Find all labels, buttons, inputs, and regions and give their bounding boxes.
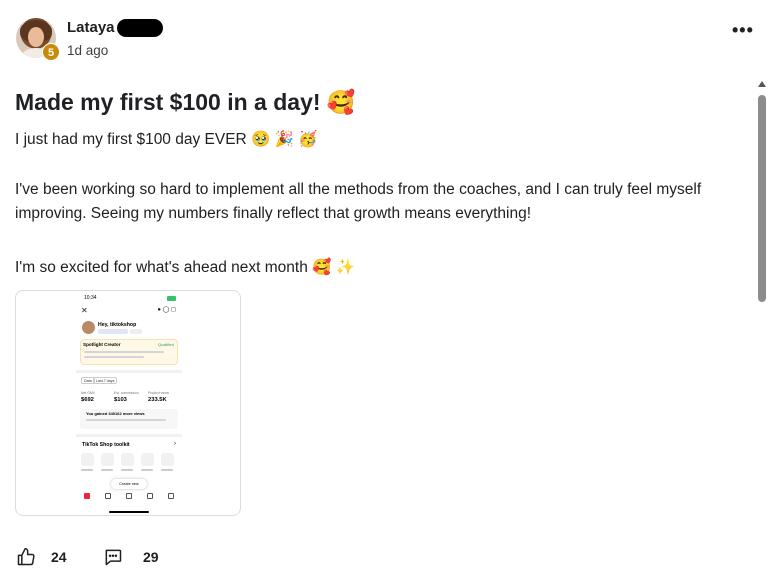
post-paragraph-2: I've been working so hard to implement a… <box>15 181 702 222</box>
battery-icon <box>167 296 176 301</box>
smiling-hearts-emoji: 🥰 <box>326 90 356 116</box>
status-time: 10:34 <box>84 295 97 301</box>
stat-value: 233.5K <box>148 397 167 403</box>
nav-icon <box>147 493 153 499</box>
tool-icon <box>141 453 154 466</box>
tool-icon <box>81 453 94 466</box>
post-title: Made my first $100 in a day! 🥰 <box>15 89 356 116</box>
stat-label: Product views <box>148 391 170 395</box>
chevron-right-icon: › <box>174 441 176 447</box>
creator-avatar <box>82 321 95 334</box>
tool-label <box>81 469 93 471</box>
divider <box>76 434 182 437</box>
nav-icon <box>105 493 111 499</box>
post-card: 5 Lataya 1d ago ••• Made my first $100 i… <box>0 0 774 579</box>
home-nav-icon <box>84 493 90 499</box>
divider <box>76 370 182 373</box>
attachment-thumbnail[interactable]: 10:34 ✕ ● ◯ ◻ Hey, tiktokshop Spotlight … <box>15 290 241 516</box>
chip <box>98 329 128 334</box>
stat-label: Net GMV <box>81 391 95 395</box>
tool-icon <box>101 453 114 466</box>
spotlight-title: Spotlight Creator <box>83 342 121 347</box>
top-icons: ● ◯ ◻ <box>157 307 176 313</box>
post-paragraph-3: I'm so excited for what's ahead next mon… <box>15 259 356 276</box>
stat-label: Est. commission <box>114 391 139 395</box>
post-paragraph-1: I just had my first $100 day EVER 🥹 🎉 🥳 <box>15 131 318 148</box>
create-new-button: Create new <box>111 479 147 489</box>
stat-value: $103 <box>114 397 127 403</box>
scroll-up-arrow[interactable] <box>758 81 766 87</box>
tool-label <box>141 469 153 471</box>
tab-last-7-days: Last 7 days <box>93 377 118 384</box>
qualified-label: Qualified <box>158 342 174 347</box>
stat-value: $692 <box>81 397 94 403</box>
more-horizontal-icon[interactable]: ••• <box>732 20 754 41</box>
thumbs-up-icon[interactable] <box>16 547 36 567</box>
tool-icon <box>161 453 174 466</box>
comment-count: 29 <box>143 549 159 565</box>
post-title-text: Made my first $100 in a day! <box>15 89 321 115</box>
home-indicator <box>109 511 149 513</box>
gain-text: You gained 340162 more views <box>86 411 145 416</box>
tool-label <box>101 469 113 471</box>
text-line <box>84 356 144 358</box>
text-line <box>86 419 166 421</box>
phone-screenshot: 10:34 ✕ ● ◯ ◻ Hey, tiktokshop Spotlight … <box>76 293 182 515</box>
close-icon: ✕ <box>81 306 88 315</box>
greeting: Hey, tiktokshop <box>98 322 137 328</box>
chip <box>130 329 142 334</box>
tool-label <box>121 469 133 471</box>
scrollbar-thumb[interactable] <box>758 95 766 302</box>
redaction-bar <box>117 19 163 37</box>
nav-icon <box>168 493 174 499</box>
toolkit-title: TikTok Shop toolkit <box>82 442 130 448</box>
author-name[interactable]: Lataya <box>67 19 115 36</box>
nav-icon <box>126 493 132 499</box>
comment-icon[interactable] <box>103 547 123 567</box>
tool-icon <box>121 453 134 466</box>
tool-label <box>161 469 173 471</box>
level-badge: 5 <box>42 43 60 61</box>
text-line <box>84 351 164 353</box>
post-timestamp: 1d ago <box>67 43 109 58</box>
like-count: 24 <box>51 549 67 565</box>
